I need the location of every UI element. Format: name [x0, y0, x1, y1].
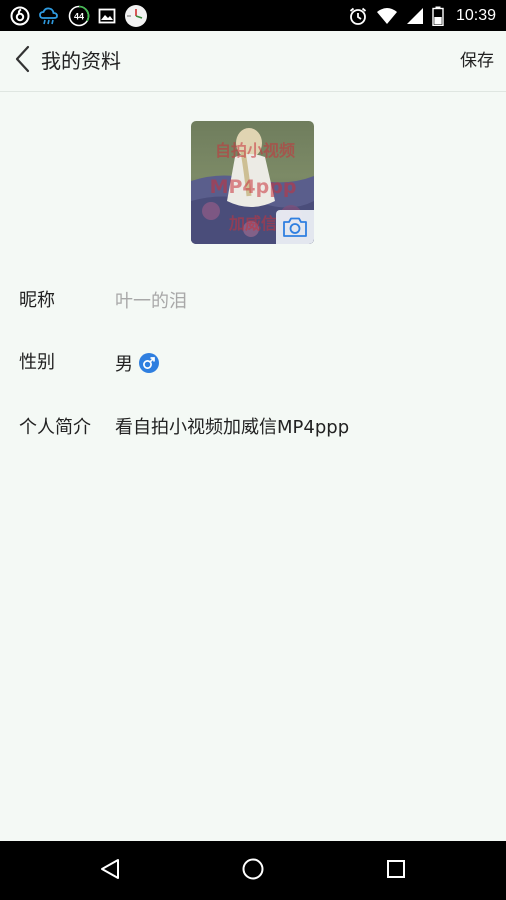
chevron-left-icon — [14, 45, 30, 77]
nickname-input[interactable] — [115, 287, 475, 315]
clock-app-icon — [124, 4, 148, 28]
app-header: 我的资料 保存 — [0, 31, 506, 92]
battery-icon — [432, 6, 444, 26]
wifi-icon — [376, 7, 398, 25]
status-time: 10:39 — [455, 6, 496, 24]
watermark-line-3: 加威信 — [228, 214, 277, 233]
home-circle-icon — [241, 857, 265, 885]
nav-home-button[interactable] — [237, 855, 269, 887]
nickname-label: 昵称 — [19, 290, 55, 311]
back-button[interactable] — [10, 45, 34, 77]
save-button[interactable]: 保存 — [460, 49, 494, 73]
gender-selector[interactable]: 男 — [115, 350, 159, 376]
weather-icon — [38, 6, 60, 26]
image-icon — [98, 7, 116, 25]
status-bar: 44 10:39 — [0, 0, 506, 31]
avatar[interactable]: 自拍小视频 MP4ppp 加威信 — [191, 121, 314, 244]
camera-button[interactable] — [276, 210, 314, 244]
watermark-line-2: MP4ppp — [210, 176, 297, 198]
badge-44-text: 44 — [74, 11, 84, 21]
gender-value: 男 — [115, 354, 133, 375]
gender-label: 性别 — [19, 352, 55, 373]
nav-back-button[interactable] — [94, 855, 126, 887]
page-title: 我的资料 — [41, 49, 121, 73]
badge-44-icon: 44 — [68, 5, 90, 27]
nav-recents-button[interactable] — [380, 855, 412, 887]
status-right-icons: 10:39 — [348, 4, 496, 27]
bio-label: 个人简介 — [19, 417, 91, 438]
recents-square-icon — [385, 858, 407, 884]
status-left-icons: 44 — [10, 4, 148, 27]
male-icon — [139, 353, 159, 373]
watermark-line-1: 自拍小视频 — [215, 141, 295, 160]
back-triangle-icon — [98, 857, 122, 885]
alarm-icon — [348, 6, 368, 26]
netease-music-icon — [10, 6, 30, 26]
camera-icon — [282, 216, 308, 238]
navigation-bar — [0, 841, 506, 900]
cell-signal-icon — [406, 7, 424, 25]
bio-value[interactable]: 看自拍小视频加威信MP4ppp — [115, 415, 349, 441]
